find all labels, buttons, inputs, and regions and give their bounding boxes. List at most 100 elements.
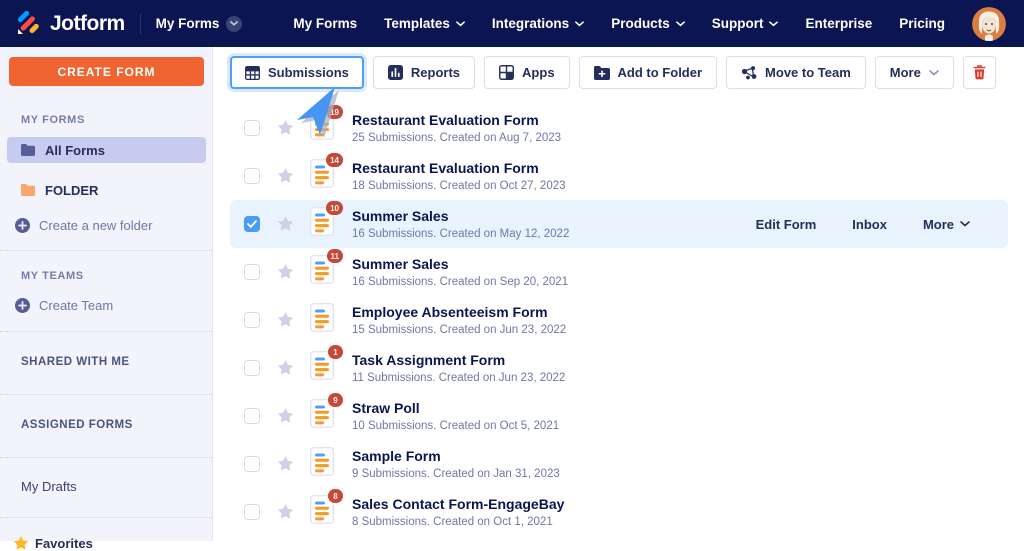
favorites-label: Favorites	[35, 536, 93, 551]
row-checkbox[interactable]	[244, 504, 260, 520]
navbar-divider	[140, 14, 141, 34]
sidebar-item-shared-with-me[interactable]: SHARED WITH ME	[21, 356, 212, 368]
move-to-team-button[interactable]: Move to Team	[726, 56, 866, 89]
table-row[interactable]: 1 Task Assignment Form 11 Submissions. C…	[230, 344, 1008, 392]
sidebar: CREATE FORM MY FORMS All Forms FOLDER Cr…	[0, 47, 213, 541]
inbox-button[interactable]: Inbox	[852, 217, 887, 232]
create-team-label: Create Team	[39, 298, 113, 313]
star-icon[interactable]	[277, 264, 294, 280]
form-document-icon: 9	[310, 399, 334, 433]
form-title[interactable]: Sample Form	[352, 448, 560, 465]
form-title[interactable]: Summer Sales	[352, 256, 568, 273]
star-icon[interactable]	[277, 408, 294, 424]
chevron-down-icon	[676, 21, 685, 27]
row-checkbox[interactable]	[244, 216, 260, 232]
form-info: Sample Form 9 Submissions. Created on Ja…	[352, 448, 560, 480]
row-actions: Edit Form Inbox More	[756, 217, 994, 232]
table-row[interactable]: 9 Straw Poll 10 Submissions. Created on …	[230, 392, 1008, 440]
row-checkbox[interactable]	[244, 168, 260, 184]
nav-item-products[interactable]: Products	[611, 16, 685, 31]
table-row[interactable]: 14 Restaurant Evaluation Form 18 Submiss…	[230, 152, 1008, 200]
table-row[interactable]: Sample Form 9 Submissions. Created on Ja…	[230, 440, 1008, 488]
form-title[interactable]: Task Assignment Form	[352, 352, 565, 369]
add-to-folder-button[interactable]: Add to Folder	[579, 56, 718, 89]
row-checkbox[interactable]	[244, 360, 260, 376]
chevron-down-icon	[575, 21, 584, 27]
reports-button[interactable]: Reports	[373, 56, 475, 89]
star-icon[interactable]	[277, 216, 294, 232]
star-icon[interactable]	[277, 120, 294, 136]
chevron-down-icon	[226, 16, 242, 32]
sidebar-item-label: FOLDER	[45, 183, 98, 198]
my-forms-section-header: MY FORMS	[21, 114, 212, 126]
more-button[interactable]: More	[875, 56, 954, 89]
form-title[interactable]: Sales Contact Form-EngageBay	[352, 496, 564, 513]
nav-item-support[interactable]: Support	[712, 16, 779, 31]
form-info: Task Assignment Form 11 Submissions. Cre…	[352, 352, 565, 384]
nav-item-templates[interactable]: Templates	[384, 16, 465, 31]
form-meta: 15 Submissions. Created on Jun 23, 2022	[352, 324, 566, 336]
star-icon[interactable]	[277, 312, 294, 328]
nav-item-enterprise[interactable]: Enterprise	[805, 16, 872, 31]
star-icon[interactable]	[277, 360, 294, 376]
nav-item-pricing[interactable]: Pricing	[899, 16, 945, 31]
nav-item-integrations[interactable]: Integrations	[492, 16, 584, 31]
form-info: Restaurant Evaluation Form 25 Submission…	[352, 112, 561, 144]
form-meta: 16 Submissions. Created on Sep 20, 2021	[352, 276, 568, 288]
sidebar-item-all-forms[interactable]: All Forms	[7, 137, 206, 163]
form-meta: 11 Submissions. Created on Jun 23, 2022	[352, 372, 565, 384]
folder-plus-icon	[594, 66, 610, 80]
form-document-icon: 1	[310, 351, 334, 385]
sidebar-item-favorites[interactable]: Favorites	[13, 536, 212, 551]
star-icon[interactable]	[277, 504, 294, 520]
form-document-icon	[310, 447, 334, 481]
form-document-icon: 10	[310, 207, 334, 241]
edit-form-button[interactable]: Edit Form	[756, 217, 817, 232]
row-checkbox[interactable]	[244, 456, 260, 472]
sidebar-item-my-drafts[interactable]: My Drafts	[21, 479, 212, 494]
row-checkbox[interactable]	[244, 120, 260, 136]
form-meta: 18 Submissions. Created on Oct 27, 2023	[352, 180, 566, 192]
chevron-down-icon	[769, 21, 778, 27]
table-row[interactable]: 19 Restaurant Evaluation Form 25 Submiss…	[230, 104, 1008, 152]
form-document-icon: 19	[310, 111, 334, 145]
row-checkbox[interactable]	[244, 312, 260, 328]
brand-name: Jotform	[50, 12, 125, 36]
create-form-button[interactable]: CREATE FORM	[9, 57, 204, 86]
form-title[interactable]: Summer Sales	[352, 208, 569, 225]
row-checkbox[interactable]	[244, 264, 260, 280]
star-icon[interactable]	[277, 456, 294, 472]
sidebar-item-folder[interactable]: FOLDER	[7, 177, 206, 203]
form-meta: 8 Submissions. Created on Oct 1, 2021	[352, 516, 564, 528]
sidebar-item-assigned-forms[interactable]: ASSIGNED FORMS	[21, 419, 212, 431]
jotform-logo[interactable]: Jotform	[16, 11, 125, 36]
form-title[interactable]: Restaurant Evaluation Form	[352, 112, 561, 129]
form-document-icon	[310, 303, 334, 337]
avatar[interactable]	[972, 7, 1006, 41]
form-info: Sales Contact Form-EngageBay 8 Submissio…	[352, 496, 564, 528]
delete-button[interactable]	[963, 56, 996, 89]
submissions-button[interactable]: Submissions	[230, 56, 364, 89]
sidebar-divider	[0, 457, 212, 458]
unread-count-badge: 14	[326, 153, 343, 167]
trash-icon	[973, 65, 986, 80]
table-row[interactable]: 11 Summer Sales 16 Submissions. Created …	[230, 248, 1008, 296]
create-new-folder-button[interactable]: Create a new folder	[15, 218, 212, 233]
table-row[interactable]: Employee Absenteeism Form 15 Submissions…	[230, 296, 1008, 344]
row-checkbox[interactable]	[244, 408, 260, 424]
row-more-button[interactable]: More	[923, 217, 970, 232]
table-row[interactable]: 8 Sales Contact Form-EngageBay 8 Submiss…	[230, 488, 1008, 536]
sidebar-divider	[0, 331, 212, 332]
create-team-button[interactable]: Create Team	[15, 298, 212, 313]
apps-button[interactable]: Apps	[484, 56, 570, 89]
unread-count-badge: 11	[327, 249, 343, 263]
apps-grid-icon	[499, 65, 514, 80]
workspace-switcher[interactable]: My Forms	[156, 16, 243, 32]
nav-item-my-forms[interactable]: My Forms	[293, 16, 357, 31]
form-title[interactable]: Restaurant Evaluation Form	[352, 160, 566, 177]
form-title[interactable]: Straw Poll	[352, 400, 559, 417]
table-row[interactable]: 10 Summer Sales 16 Submissions. Created …	[230, 200, 1008, 248]
unread-count-badge: 1	[328, 345, 343, 359]
star-icon[interactable]	[277, 168, 294, 184]
form-title[interactable]: Employee Absenteeism Form	[352, 304, 566, 321]
